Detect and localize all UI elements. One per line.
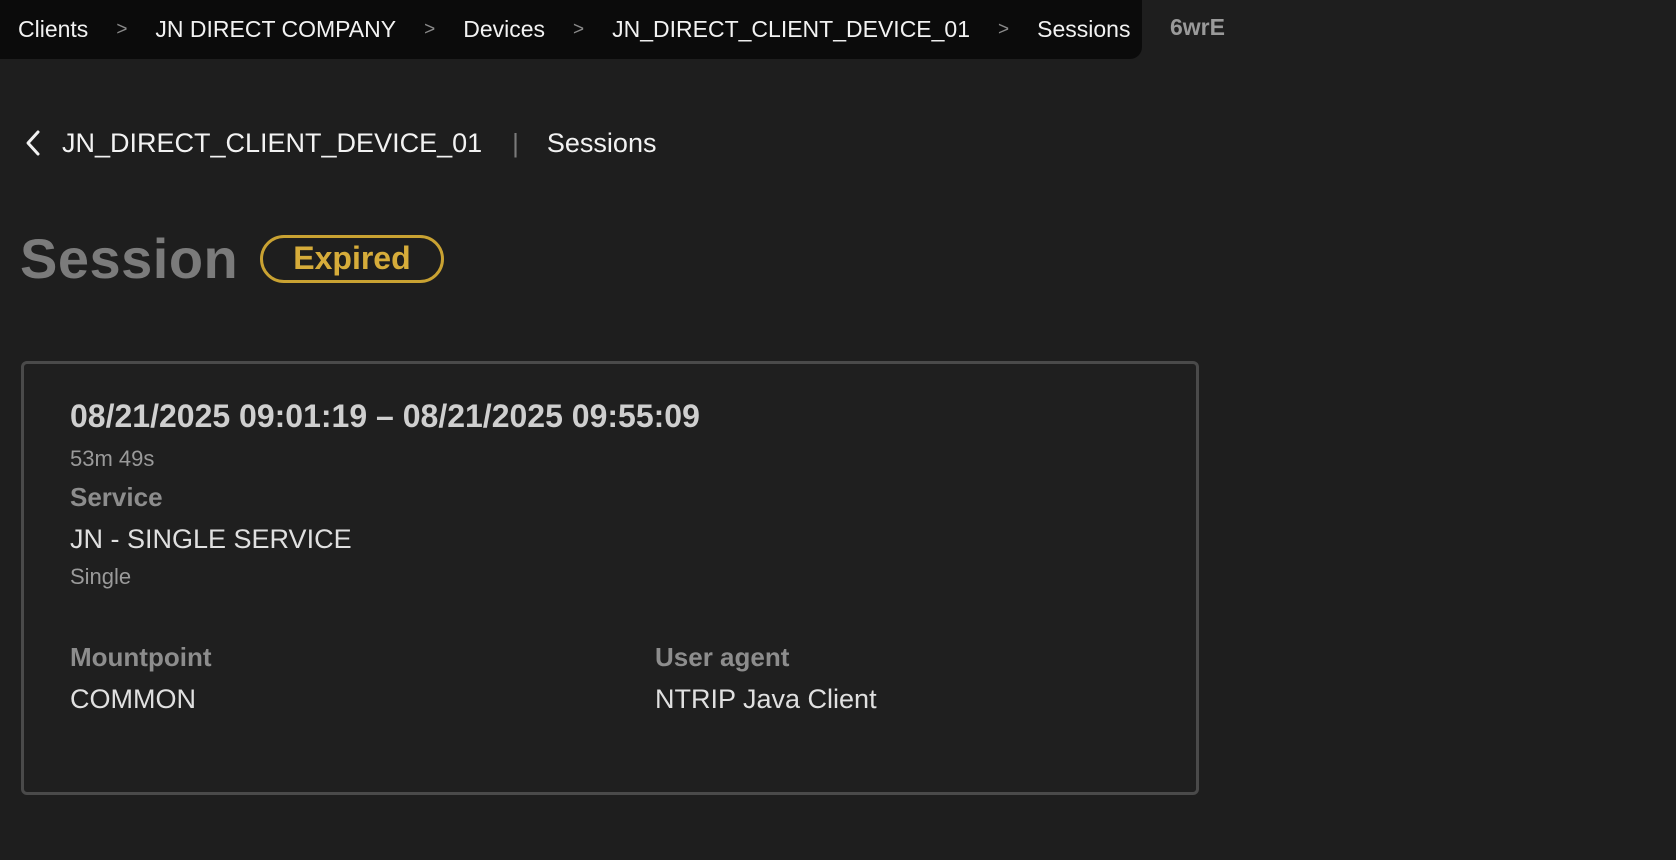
user-agent-label: User agent [655,642,790,672]
mountpoint-label: Mountpoint [70,642,212,672]
session-duration: 53m 49s [70,446,155,471]
service-type: Single [70,564,132,589]
page-title: Session [20,227,239,290]
breadcrumb-separator: > [998,18,1010,40]
session-card: 08/21/2025 09:01:19 – 08/21/2025 09:55:0… [21,361,1199,795]
mountpoint-value: COMMON [70,684,196,714]
breadcrumb-company[interactable]: JN DIRECT COMPANY [155,16,396,43]
breadcrumb-separator: > [116,18,128,40]
breadcrumb: Clients > JN DIRECT COMPANY > Devices > … [0,0,1142,59]
session-time-range: 08/21/2025 09:01:19 – 08/21/2025 09:55:0… [70,398,700,434]
breadcrumb-devices[interactable]: Devices [463,16,545,43]
subheader-device-link[interactable]: JN_DIRECT_CLIENT_DEVICE_01 [62,128,482,159]
breadcrumb-current-session: 6wrE [1170,14,1225,40]
subheader-divider: | [512,127,519,158]
service-name: JN - SINGLE SERVICE [70,524,352,554]
subheader-page-label: Sessions [546,127,657,158]
title-row: Session Expired [20,226,444,291]
breadcrumb-device[interactable]: JN_DIRECT_CLIENT_DEVICE_01 [612,16,970,43]
chevron-left-icon[interactable] [20,128,46,158]
breadcrumb-sessions[interactable]: Sessions [1037,16,1130,43]
breadcrumb-separator: > [424,18,436,40]
status-badge: Expired [260,234,444,283]
subheader: JN_DIRECT_CLIENT_DEVICE_01 | Sessions [20,124,656,162]
breadcrumb-separator: > [573,18,585,40]
service-label: Service [70,482,163,512]
breadcrumb-clients[interactable]: Clients [18,16,88,43]
user-agent-value: NTRIP Java Client [655,684,877,714]
